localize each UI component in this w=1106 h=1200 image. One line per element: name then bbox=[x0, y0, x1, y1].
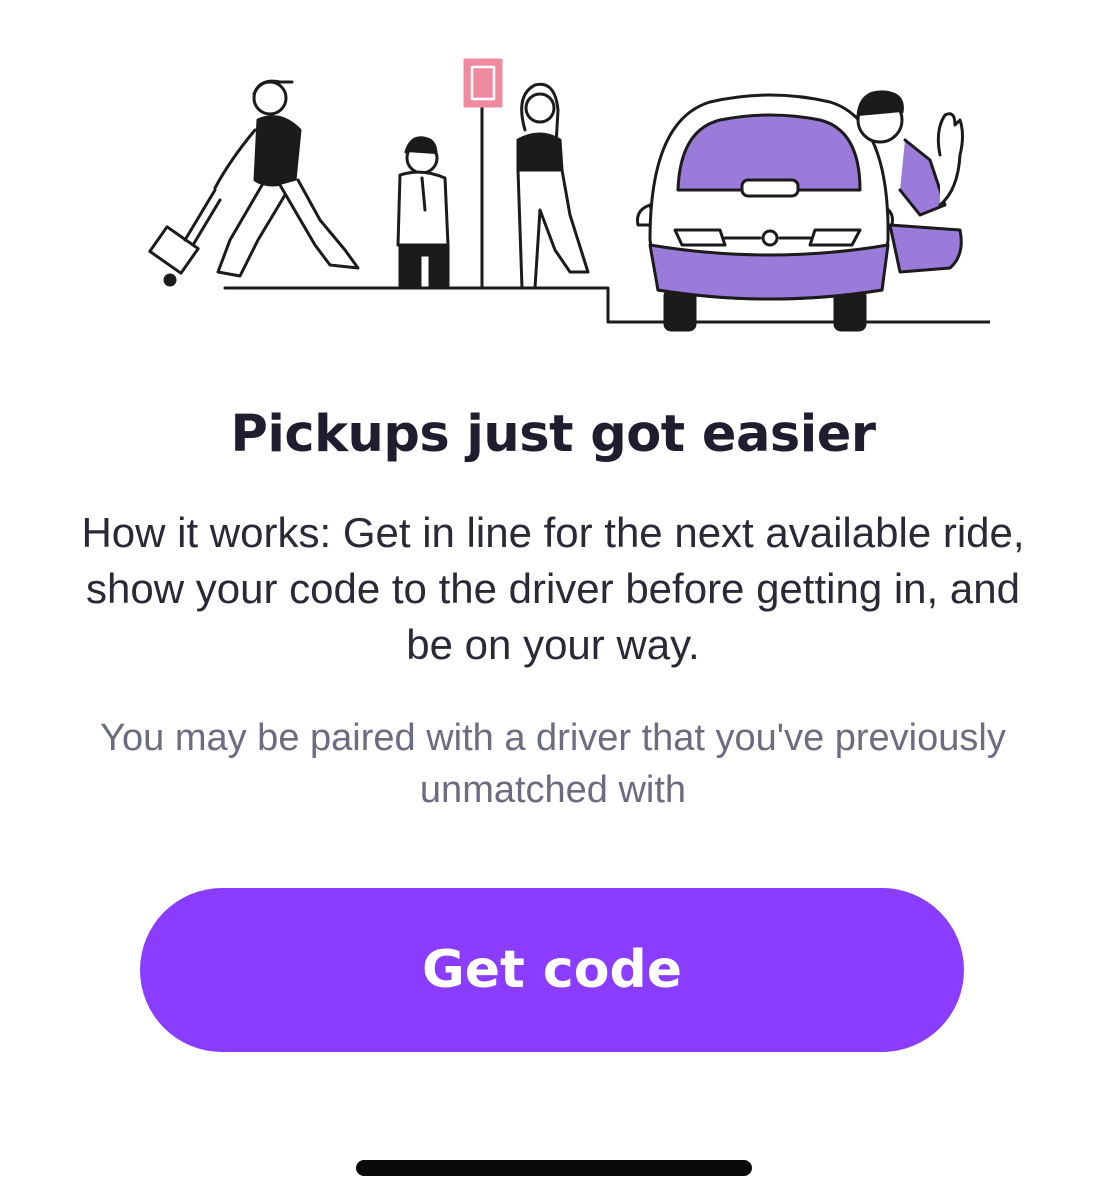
how-it-works-text: How it works: Get in line for the next a… bbox=[81, 509, 1025, 668]
car-figure bbox=[636, 93, 894, 332]
page-title: Pickups just got easier bbox=[230, 405, 876, 464]
waiting-woman-figure bbox=[516, 82, 590, 290]
pairing-note: You may be paired with a driver that you… bbox=[100, 717, 1006, 811]
pickup-sign bbox=[463, 58, 503, 290]
get-code-button[interactable]: Get code bbox=[140, 888, 964, 1052]
home-indicator[interactable] bbox=[356, 1160, 752, 1176]
traveler-figure bbox=[148, 79, 360, 287]
pickup-line-illustration bbox=[130, 40, 992, 340]
get-code-button-label: Get code bbox=[422, 940, 682, 1000]
waiting-man-figure bbox=[396, 136, 450, 290]
